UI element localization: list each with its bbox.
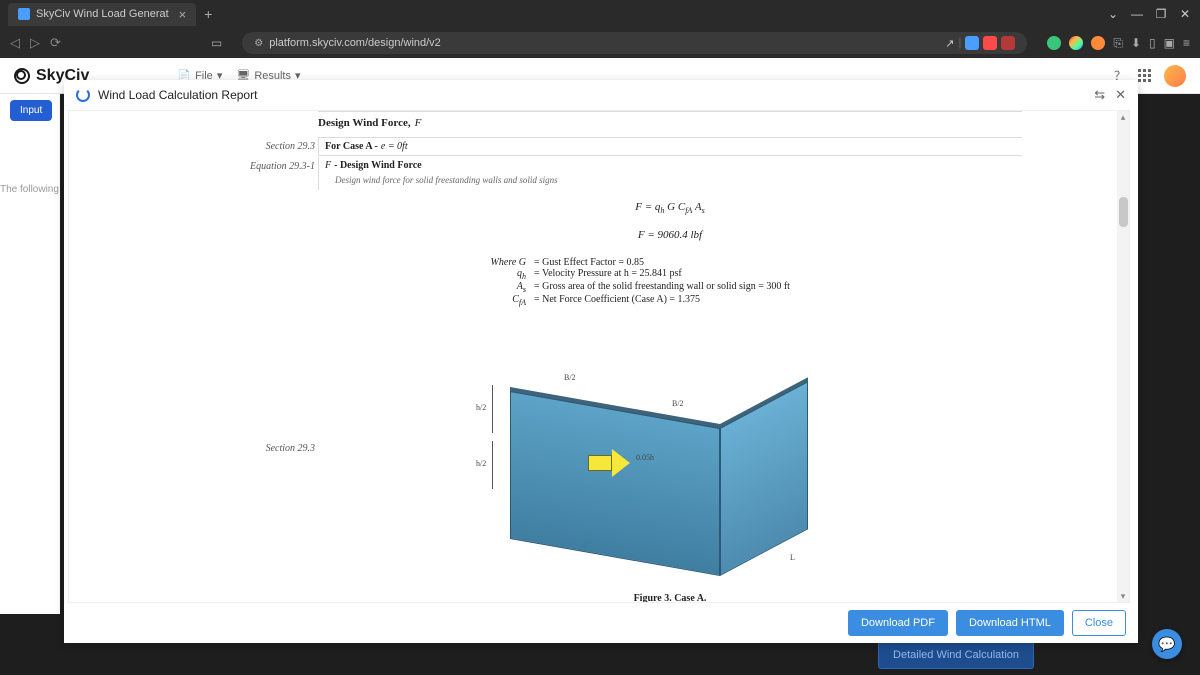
logo-icon <box>14 68 30 84</box>
where-g-r: = Gust Effect Factor = 0.85 <box>530 257 880 268</box>
dim-line <box>492 385 493 433</box>
nav-buttons: ◁ ▷ ⟳ <box>10 35 61 51</box>
back-icon[interactable]: ◁ <box>10 35 20 51</box>
dim-L: L <box>790 553 795 562</box>
case-a-eq: e = 0ft <box>381 141 408 152</box>
sidebar-text: The following <box>0 184 59 195</box>
case-a-header: For Case A - e = 0ft <box>318 137 1022 156</box>
equation-2: F = 9060.4 lbf <box>318 229 1022 241</box>
figure-caption: Figure 3. Case A. <box>318 593 1022 603</box>
ext-badge-3-icon[interactable] <box>1001 36 1015 50</box>
extension-3-icon[interactable] <box>1091 36 1105 50</box>
where-as-l: As <box>460 281 530 294</box>
f-description: F - Design Wind Force <box>318 157 1022 174</box>
close-window-icon[interactable]: ✕ <box>1178 7 1192 21</box>
modal-footer: Download PDF Download HTML Close <box>64 603 1138 643</box>
minimize-icon[interactable]: — <box>1130 7 1144 21</box>
tab-close-icon[interactable]: × <box>179 7 187 22</box>
download-icon[interactable]: ⬇ <box>1131 36 1141 50</box>
wall-side-face <box>720 381 808 576</box>
heading-text: Design Wind Force, <box>318 117 411 129</box>
case-a-label: For Case A - <box>325 141 378 152</box>
equation-1: F = qh G CfA As <box>318 201 1022 215</box>
scroll-down-icon[interactable]: ▾ <box>1118 590 1128 602</box>
f-text: - Design Wind Force <box>334 160 422 171</box>
window-controls: ⌄ — ❐ ✕ <box>1106 7 1192 21</box>
avatar[interactable] <box>1164 65 1186 87</box>
address-bar[interactable]: ⚙ platform.skyciv.com/design/wind/v2 ↗ | <box>242 32 1027 54</box>
menu-icon[interactable]: ≡ <box>1183 36 1190 50</box>
dim-line <box>492 441 493 489</box>
where-qh-l: qh <box>460 268 530 281</box>
where-cfa-l: CfA <box>460 294 530 307</box>
report-page: Design Wind Force, F Section 29.3 For Ca… <box>152 111 1046 603</box>
url-text: platform.skyciv.com/design/wind/v2 <box>269 37 441 49</box>
share-icon[interactable]: ↗ <box>945 37 954 50</box>
dim-offset: 0.05h <box>636 453 654 462</box>
browser-tab[interactable]: SkyCiv Wind Load Generat × <box>8 3 196 26</box>
scroll-up-icon[interactable]: ▴ <box>1118 111 1128 123</box>
section-ref-fig: Section 29.3 <box>250 443 315 454</box>
left-sidebar: Input The following <box>0 94 60 614</box>
scrollbar-thumb[interactable] <box>1119 197 1128 227</box>
chevron-down-icon[interactable]: ⌄ <box>1106 7 1120 21</box>
input-tab-button[interactable]: Input <box>10 100 52 121</box>
wind-force-arrow-icon <box>588 449 630 479</box>
extension-1-icon[interactable] <box>1047 36 1061 50</box>
site-settings-icon[interactable]: ⚙ <box>254 38 263 49</box>
video-icon[interactable]: ▣ <box>1164 36 1175 50</box>
where-g-l: Where G <box>460 257 530 268</box>
where-as-r: = Gross area of the solid freestanding w… <box>530 281 880 294</box>
detailed-calc-button[interactable]: Detailed Wind Calculation <box>878 641 1034 669</box>
scrollbar[interactable]: ▴ ▾ <box>1117 111 1129 602</box>
dim-B2-b: B/2 <box>672 399 684 408</box>
where-qh-r: = Velocity Pressure at h = 25.841 psf <box>530 268 880 281</box>
section-ref-a: Section 29.3 <box>250 141 315 152</box>
f-symbol: F <box>325 160 331 171</box>
reload-icon[interactable]: ⟳ <box>50 35 61 51</box>
forward-icon[interactable]: ▷ <box>30 35 40 51</box>
where-cfa-r: = Net Force Coefficient (Case A) = 1.375 <box>530 294 880 307</box>
ext-badge-2-icon[interactable] <box>983 36 997 50</box>
os-titlebar: SkyCiv Wind Load Generat × + ⌄ — ❐ ✕ <box>0 0 1200 28</box>
download-pdf-button[interactable]: Download PDF <box>848 610 948 636</box>
bookmark-icon[interactable]: ▭ <box>211 36 222 50</box>
apps-grid-icon[interactable] <box>1138 69 1152 83</box>
browser-toolbar: ◁ ▷ ⟳ ▭ ⚙ platform.skyciv.com/design/win… <box>0 28 1200 58</box>
report-modal: Wind Load Calculation Report ⇆ ✕ Design … <box>64 80 1138 643</box>
modal-body: Design Wind Force, F Section 29.3 For Ca… <box>64 110 1138 603</box>
dim-B2-a: B/2 <box>564 373 576 382</box>
heading-symbol: F <box>415 117 422 129</box>
dim-h2-b: h/2 <box>476 459 486 468</box>
tab-title: SkyCiv Wind Load Generat <box>36 8 169 20</box>
loading-spinner-icon <box>76 88 90 102</box>
new-tab-button[interactable]: + <box>204 6 212 22</box>
close-button[interactable]: Close <box>1072 610 1126 636</box>
chat-widget-icon[interactable]: 💬 <box>1152 629 1182 659</box>
modal-title: Wind Load Calculation Report <box>98 88 257 102</box>
expand-icon[interactable]: ⇆ <box>1094 87 1105 103</box>
download-html-button[interactable]: Download HTML <box>956 610 1064 636</box>
report-heading: Design Wind Force, F <box>318 117 1022 129</box>
url-actions: ↗ | <box>945 36 1015 50</box>
modal-close-icon[interactable]: ✕ <box>1115 87 1126 103</box>
equation-ref: Equation 29.3-1 <box>250 161 315 172</box>
cast-icon[interactable]: ⎘ <box>1113 36 1123 51</box>
where-block: Where G= Gust Effect Factor = 0.85 qh= V… <box>460 257 880 307</box>
browser-right-icons: ⎘ ⬇ ▯ ▣ ≡ <box>1047 36 1190 51</box>
report-scroll-area[interactable]: Design Wind Force, F Section 29.3 For Ca… <box>68 110 1130 603</box>
dim-h2-a: h/2 <box>476 403 486 412</box>
favicon-icon <box>18 8 30 20</box>
maximize-icon[interactable]: ❐ <box>1154 7 1168 21</box>
figure-3: h/2 h/2 B/2 B/2 0.05h L <box>480 351 860 581</box>
modal-header: Wind Load Calculation Report ⇆ ✕ <box>64 80 1138 110</box>
panel-icon[interactable]: ▯ <box>1149 36 1156 50</box>
ext-badge-1-icon[interactable] <box>965 36 979 50</box>
extension-2-icon[interactable] <box>1069 36 1083 50</box>
